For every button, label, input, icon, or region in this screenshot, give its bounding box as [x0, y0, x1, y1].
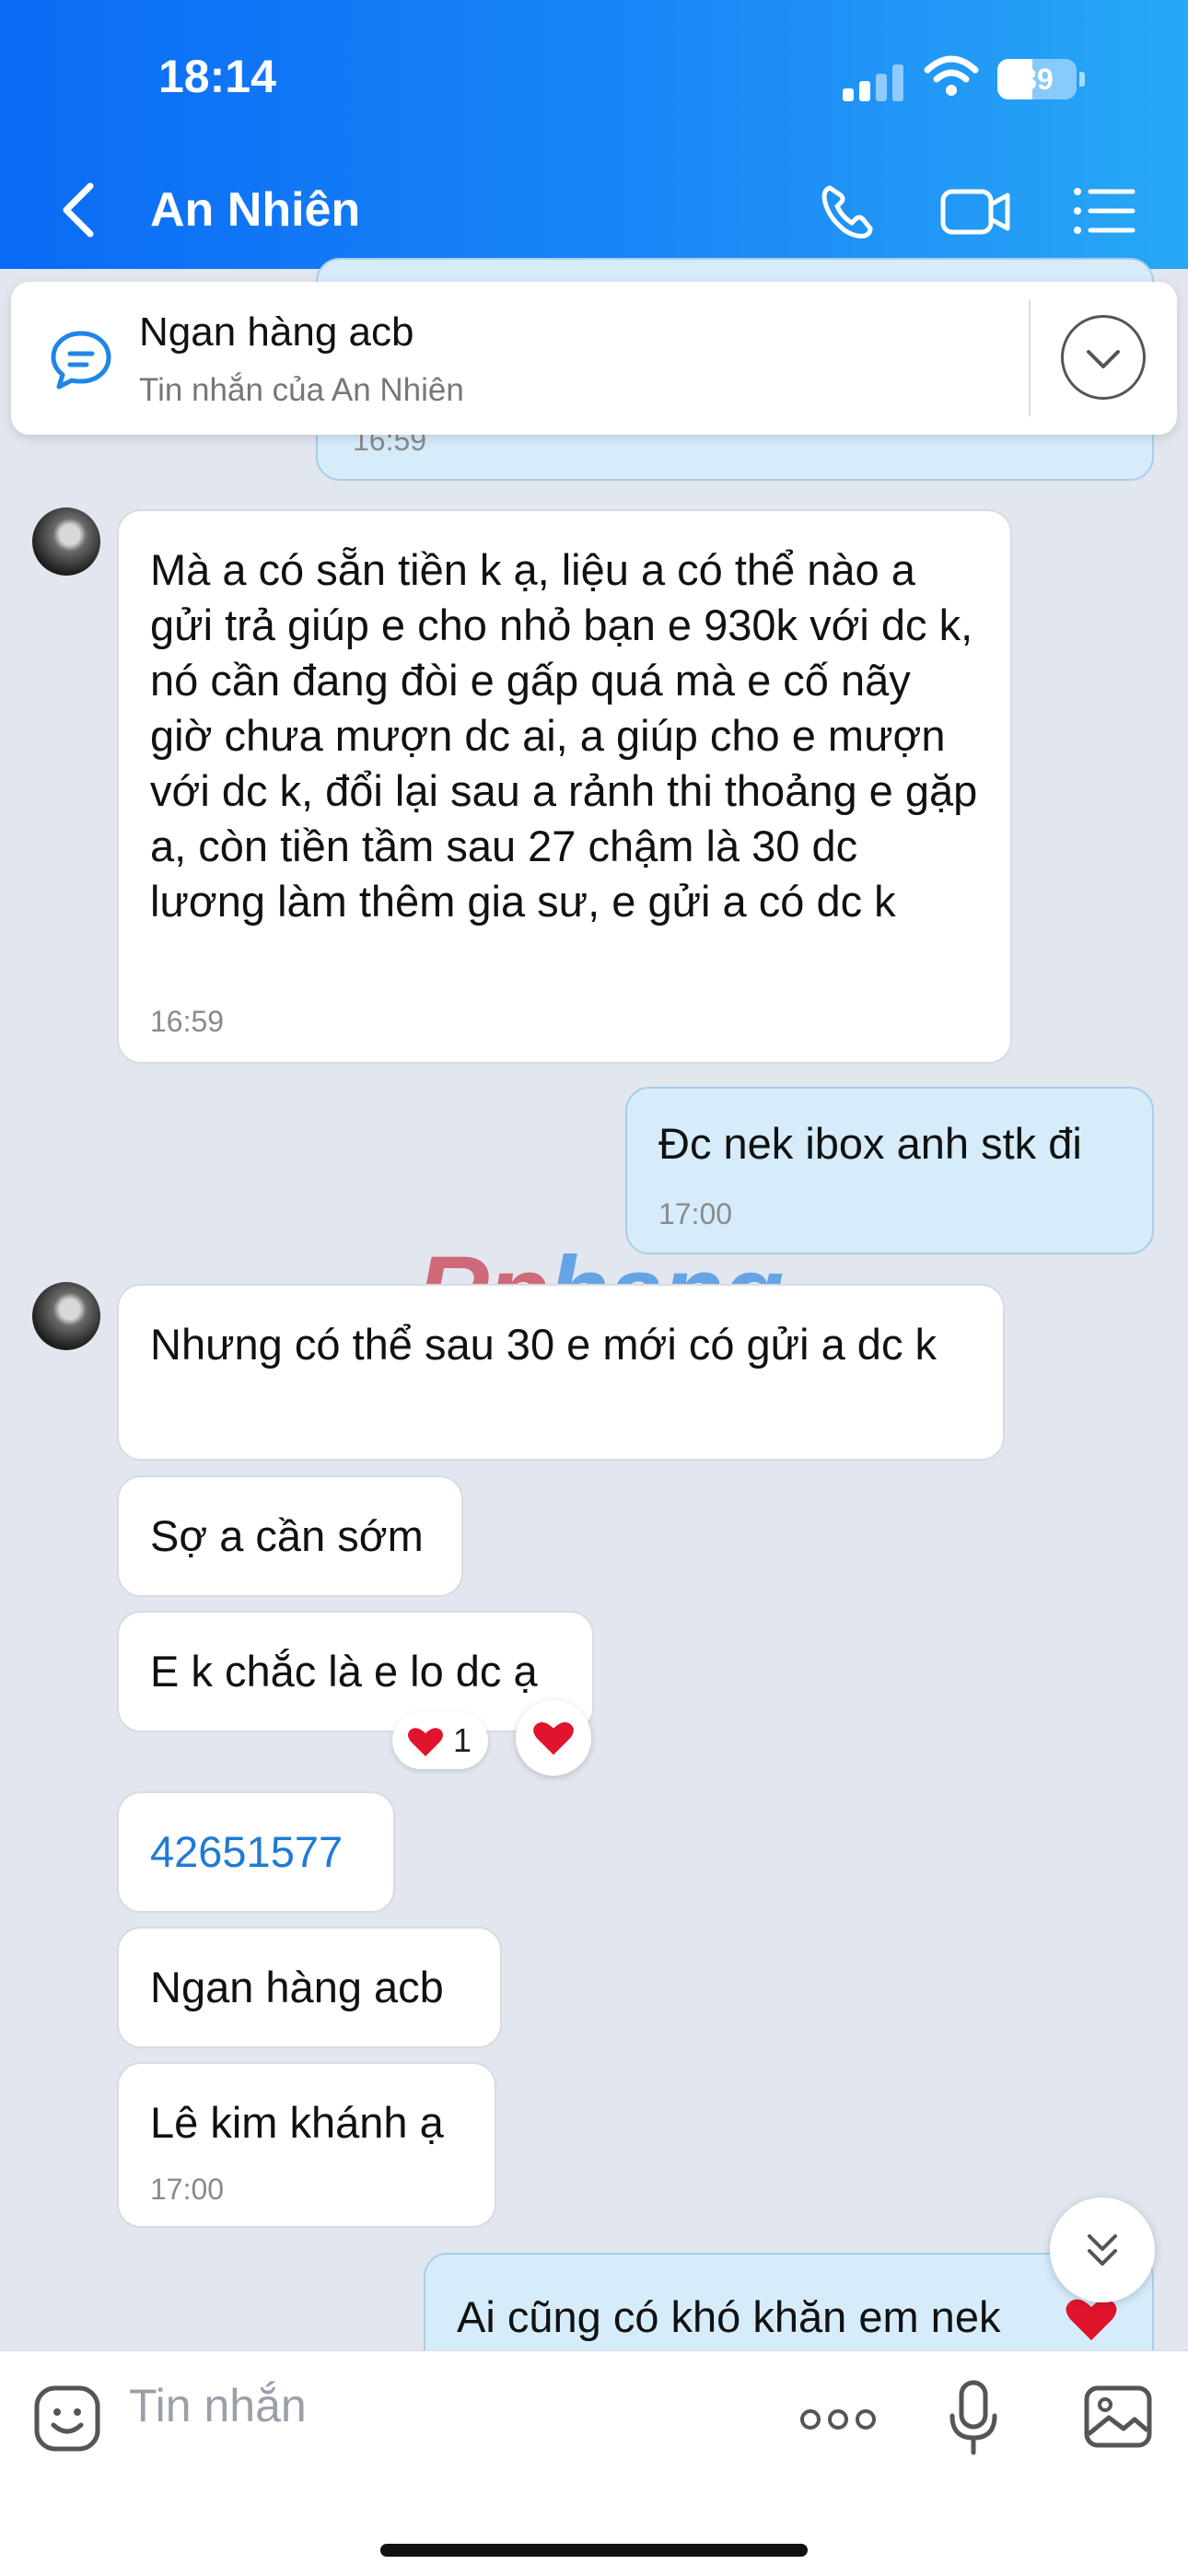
incoming-message-bubble[interactable]: Lê kim khánh ạ 17:00 — [117, 2062, 496, 2228]
message-text: Nhưng có thể sau 30 e mới có gửi a dc k — [150, 1320, 938, 1369]
double-chevron-down-icon — [1088, 2234, 1117, 2266]
incoming-message-bubble[interactable]: Nhưng có thể sau 30 e mới có gửi a dc k — [117, 1284, 1005, 1461]
expand-pinned-button[interactable] — [1061, 315, 1146, 400]
message-text: Ngan hàng acb — [150, 1963, 444, 2011]
react-button[interactable] — [516, 1700, 591, 1776]
message-text: Ai cũng có khó khăn em nek — [457, 2292, 1001, 2341]
contact-name[interactable]: An Nhiên — [150, 182, 360, 238]
battery-tip — [1079, 72, 1085, 87]
message-time: 17:00 — [150, 2173, 225, 2206]
microphone-icon[interactable] — [947, 2379, 1000, 2456]
back-arrow-icon[interactable] — [53, 181, 109, 239]
message-text: Sợ a cần sớm — [150, 1511, 424, 1560]
reaction-summary[interactable]: 1 — [392, 1712, 488, 1769]
incoming-message-bubble[interactable]: Ngan hàng acb — [117, 1927, 502, 2048]
heart-icon — [533, 1721, 574, 1755]
battery-icon: 39 — [997, 59, 1077, 99]
video-call-icon[interactable] — [939, 179, 1013, 243]
home-indicator[interactable] — [380, 2544, 808, 2557]
message-text: Mà a có sẵn tiền k ạ, liệu a có thể nào … — [150, 545, 978, 926]
message-text: Lê kim khánh ạ — [150, 2098, 444, 2147]
message-text: Đc nek ibox anh stk đi — [658, 1119, 1082, 1168]
pinned-message-title: Ngan hàng acb — [139, 309, 414, 355]
message-composer: Tin nhắn — [0, 2350, 1188, 2576]
incoming-message-bubble[interactable]: E k chắc là e lo dc ạ — [117, 1611, 594, 1732]
pinned-message-banner[interactable]: Ngan hàng acb Tin nhắn của An Nhiên — [11, 282, 1177, 435]
pinned-message-subtitle: Tin nhắn của An Nhiên — [139, 372, 464, 408]
chevron-down-icon — [1087, 350, 1120, 368]
avatar[interactable] — [32, 1282, 100, 1350]
avatar[interactable] — [32, 507, 100, 576]
more-options-icon[interactable] — [798, 2401, 879, 2438]
status-time: 18:14 — [158, 51, 276, 102]
phone-call-icon[interactable] — [813, 179, 887, 243]
account-number-link[interactable]: 42651577 — [150, 1824, 343, 1880]
incoming-message-bubble[interactable]: 42651577 — [117, 1791, 395, 1913]
wifi-icon — [924, 55, 979, 96]
message-time: 17:00 — [658, 1197, 733, 1230]
message-text: E k chắc là e lo dc ạ — [150, 1647, 538, 1696]
message-time: 16:59 — [150, 1005, 225, 1038]
sticker-emoji-icon[interactable] — [33, 2384, 101, 2453]
message-bubble-icon — [51, 331, 111, 390]
scroll-to-bottom-button[interactable] — [1050, 2197, 1155, 2302]
cellular-signal-icon — [843, 61, 916, 101]
reaction-count: 1 — [453, 1721, 472, 1759]
outgoing-message-bubble[interactable]: Đc nek ibox anh stk đi 17:00 — [625, 1087, 1154, 1254]
menu-list-icon[interactable] — [1068, 179, 1142, 243]
chat-header: 18:14 39 An Nhiên — [0, 0, 1188, 269]
incoming-message-bubble[interactable]: Sợ a cần sớm — [117, 1475, 463, 1597]
heart-icon — [408, 1728, 443, 1756]
battery-level: 39 — [1020, 63, 1054, 96]
incoming-message-bubble[interactable]: Mà a có sẵn tiền k ạ, liệu a có thể nào … — [117, 509, 1012, 1064]
message-input[interactable]: Tin nhắn — [129, 2379, 307, 2432]
divider — [1029, 300, 1031, 416]
image-gallery-icon[interactable] — [1083, 2383, 1153, 2451]
